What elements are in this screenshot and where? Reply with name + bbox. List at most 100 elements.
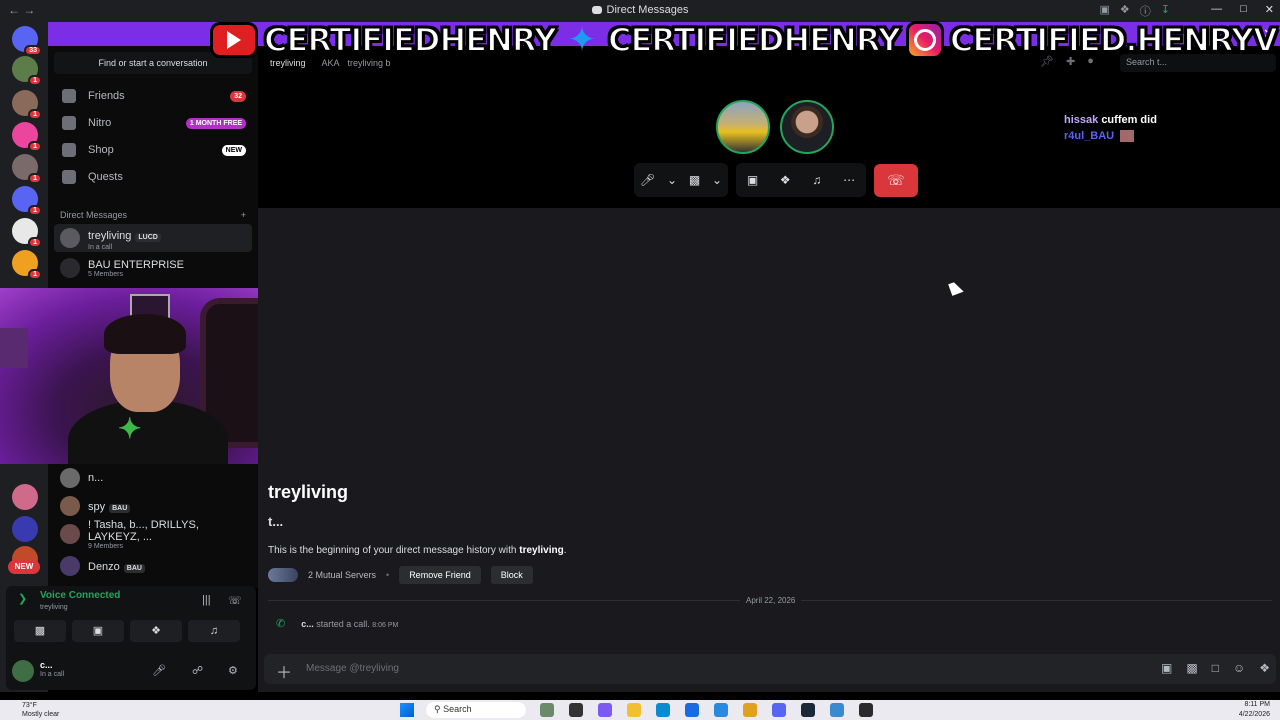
maximize-button[interactable]: □ xyxy=(1240,3,1247,16)
sidebar-item-quests[interactable]: Quests xyxy=(54,165,252,189)
username[interactable]: c... xyxy=(40,660,53,670)
start-button[interactable] xyxy=(400,703,414,717)
server-icon[interactable]: 1 xyxy=(12,90,42,120)
system-tray[interactable]: 8:11 PM 4/22/2026 xyxy=(1239,700,1270,720)
dm-members: 5 Members xyxy=(88,270,124,278)
discord-icon[interactable] xyxy=(772,703,786,717)
server-icon[interactable]: 1 xyxy=(12,218,42,248)
camera-off-icon[interactable]: ▩ xyxy=(689,173,700,187)
home-button[interactable]: 33 xyxy=(12,26,42,56)
sidebar-item-shop[interactable]: Shop NEW xyxy=(54,138,252,162)
avatar xyxy=(60,468,80,488)
message-composer[interactable]: ＋ Message @treyliving ▣ ▩ □ ☺ ❖ xyxy=(264,654,1276,684)
server-icon[interactable]: 1 xyxy=(12,154,42,184)
more-icon[interactable]: ⋯ xyxy=(843,173,855,187)
overlay-username: hissak xyxy=(1064,114,1099,126)
dm-name: ! Tasha, b..., DRILLYS, LAYKEYZ, ... xyxy=(88,518,199,543)
server-icon[interactable] xyxy=(12,516,38,542)
shop-icon xyxy=(62,143,76,157)
disconnect-icon[interactable]: ☏ xyxy=(228,594,242,607)
camera-button[interactable]: ▩ xyxy=(14,620,66,642)
steam-icon[interactable] xyxy=(801,703,815,717)
app-icon[interactable] xyxy=(830,703,844,717)
folder-icon[interactable] xyxy=(627,703,641,717)
twitter-handle: CERTIFIEDHENRY xyxy=(607,20,902,60)
overlay-message: cuffem did xyxy=(1101,114,1157,126)
activities-button[interactable]: ❖ xyxy=(130,620,182,642)
home-badge: 33 xyxy=(24,45,42,56)
youtube-handle: CERTIFIEDHENRY xyxy=(263,20,558,60)
app-icon[interactable] xyxy=(569,703,583,717)
participant-avatar[interactable] xyxy=(780,100,834,154)
mic-icon[interactable]: 🎤︎ xyxy=(152,664,166,677)
message-input[interactable]: Message @treyliving xyxy=(306,663,399,674)
app-icon[interactable] xyxy=(859,703,873,717)
app-icon[interactable] xyxy=(685,703,699,717)
avatar[interactable] xyxy=(12,660,34,682)
headphones-icon[interactable]: ☍ xyxy=(192,664,203,677)
screen-share-button[interactable]: ▣ xyxy=(72,620,124,642)
dm-item[interactable]: Denzo BAU xyxy=(54,552,252,580)
server-icon[interactable] xyxy=(12,484,38,510)
edge-icon[interactable] xyxy=(656,703,670,717)
soundboard-icon[interactable]: ♫ xyxy=(812,173,821,187)
noise-suppression-icon[interactable]: ||| xyxy=(202,594,211,606)
emoji-icon[interactable]: ☺ xyxy=(1233,661,1245,675)
dm-header-label: Direct Messages xyxy=(60,210,128,220)
sticker-icon[interactable]: □ xyxy=(1212,661,1219,675)
mutual-servers-link[interactable]: 2 Mutual Servers xyxy=(308,570,376,580)
clan-tag: BAU xyxy=(123,564,145,573)
dm-item[interactable]: n... xyxy=(54,464,252,492)
avatar xyxy=(60,496,80,516)
create-dm-button[interactable]: + xyxy=(241,210,246,220)
close-window-button[interactable]: ✕ xyxy=(1265,3,1274,16)
dm-item-treyliving[interactable]: treyliving LUCD In a call xyxy=(54,224,252,252)
dm-item-bau-enterprise[interactable]: BAU ENTERPRISE 5 Members xyxy=(54,254,252,282)
remove-friend-button[interactable]: Remove Friend xyxy=(399,566,481,584)
dm-name: BAU ENTERPRISE xyxy=(88,258,184,271)
intro-text: This is the beginning of your direct mes… xyxy=(268,545,566,556)
sidebar-item-nitro[interactable]: Nitro 1 MONTH FREE xyxy=(54,111,252,135)
intro-text-name: treyliving xyxy=(519,545,564,556)
participant-avatar[interactable] xyxy=(716,100,770,154)
dm-item[interactable]: ! Tasha, b..., DRILLYS, LAYKEYZ, ... 9 M… xyxy=(54,518,252,550)
weather-widget[interactable]: 73°F Mostly clear xyxy=(22,701,59,719)
server-icon[interactable]: 1 xyxy=(12,56,42,86)
taskbar-search[interactable]: ⚲ Search xyxy=(426,702,526,718)
dm-item[interactable]: spy BAU xyxy=(54,492,252,520)
server-icon[interactable]: 1 xyxy=(12,250,42,280)
phone-icon: ✆ xyxy=(276,618,286,630)
shop-new-badge: NEW xyxy=(221,144,246,156)
app-icon[interactable] xyxy=(540,703,554,717)
block-button[interactable]: Block xyxy=(490,566,533,584)
screen-share-icon[interactable]: ▣ xyxy=(747,173,758,187)
call-timestamp: 8:06 PM xyxy=(372,622,399,629)
user-status: In a call xyxy=(40,671,65,678)
hang-up-button[interactable]: ☏ xyxy=(874,164,918,197)
voice-channel[interactable]: treyliving xyxy=(40,604,68,611)
server-icon[interactable]: 1 xyxy=(12,186,42,216)
soundboard-button[interactable]: ♫ xyxy=(188,620,240,642)
attach-plus-icon[interactable]: ＋ xyxy=(276,659,292,683)
gift-icon[interactable]: ▣ xyxy=(1161,661,1172,675)
nitro-promo-badge: 1 MONTH FREE xyxy=(185,117,246,129)
settings-gear-icon[interactable]: ⚙ xyxy=(228,664,238,677)
friends-icon xyxy=(62,89,76,103)
server-icon[interactable]: 1 xyxy=(12,122,42,152)
minimize-button[interactable]: — xyxy=(1211,3,1222,16)
app-icon[interactable] xyxy=(598,703,612,717)
dm-name: n... xyxy=(88,472,104,484)
window-title-text: Direct Messages xyxy=(606,4,689,16)
chevron-down-icon[interactable]: ⌄ xyxy=(667,173,677,187)
chrome-icon[interactable] xyxy=(743,703,757,717)
intro-text-main: This is the beginning of your direct mes… xyxy=(268,545,520,556)
chevron-down-icon[interactable]: ⌄ xyxy=(712,173,722,187)
gif-icon[interactable]: ▩ xyxy=(1186,661,1197,675)
app-icon[interactable] xyxy=(714,703,728,717)
apps-icon[interactable]: ❖ xyxy=(1259,661,1270,675)
window-title: Direct Messages xyxy=(0,4,1280,16)
mic-icon[interactable]: 🎤︎ xyxy=(640,173,655,187)
sidebar-item-friends[interactable]: Friends 32 xyxy=(54,84,252,108)
activities-icon[interactable]: ❖ xyxy=(780,173,791,187)
call-username[interactable]: c... xyxy=(301,619,314,629)
